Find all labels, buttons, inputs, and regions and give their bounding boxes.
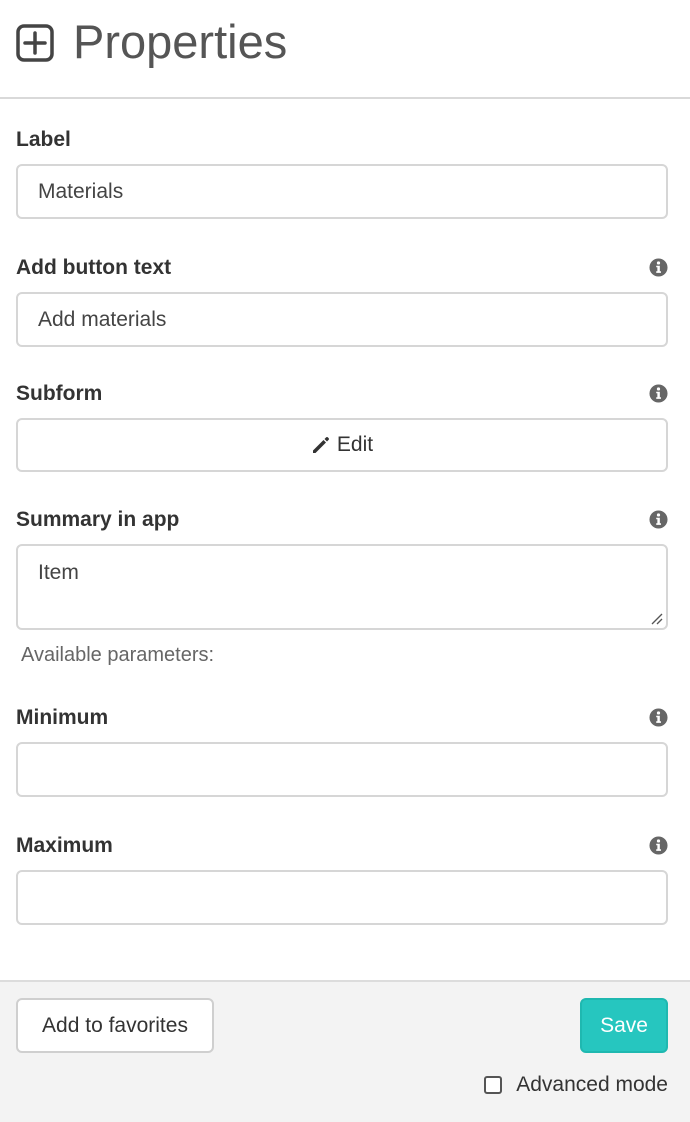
add-to-favorites-button[interactable]: Add to favorites bbox=[16, 998, 214, 1053]
info-circle-icon[interactable] bbox=[649, 510, 668, 529]
panel-header: Properties bbox=[0, 0, 690, 99]
add-button-text-input[interactable] bbox=[16, 292, 668, 347]
pencil-icon bbox=[312, 437, 329, 453]
minimum-field-label: Minimum bbox=[16, 706, 109, 729]
info-circle-icon[interactable] bbox=[649, 258, 668, 277]
info-circle-icon[interactable] bbox=[649, 836, 668, 855]
info-circle-icon[interactable] bbox=[649, 384, 668, 403]
resize-grip-icon[interactable] bbox=[649, 611, 663, 625]
summary-value: Item bbox=[38, 561, 79, 584]
available-parameters-text: Available parameters: bbox=[21, 644, 215, 666]
plus-square-icon bbox=[16, 24, 54, 62]
advanced-mode-toggle[interactable]: Advanced mode bbox=[484, 1072, 668, 1098]
minimum-input[interactable] bbox=[16, 742, 668, 797]
edit-button-label: Edit bbox=[336, 433, 374, 456]
subform-field-label: Subform bbox=[16, 382, 103, 405]
save-button[interactable]: Save bbox=[580, 998, 668, 1053]
label-input[interactable] bbox=[16, 164, 668, 219]
panel-footer: Add to favorites Save Advanced mode bbox=[0, 980, 690, 1122]
maximum-input[interactable] bbox=[16, 870, 668, 925]
label-field-label: Label bbox=[16, 128, 71, 151]
advanced-mode-checkbox[interactable] bbox=[484, 1076, 503, 1094]
summary-field-label: Summary in app bbox=[16, 508, 180, 531]
add-button-text-field-label: Add button text bbox=[16, 256, 172, 279]
advanced-mode-label: Advanced mode bbox=[516, 1073, 668, 1096]
page-title: Properties bbox=[73, 15, 288, 68]
summary-textarea[interactable]: Item bbox=[16, 544, 668, 630]
maximum-field-label: Maximum bbox=[16, 834, 113, 857]
edit-subform-button[interactable]: Edit bbox=[16, 418, 668, 472]
info-circle-icon[interactable] bbox=[649, 708, 668, 727]
